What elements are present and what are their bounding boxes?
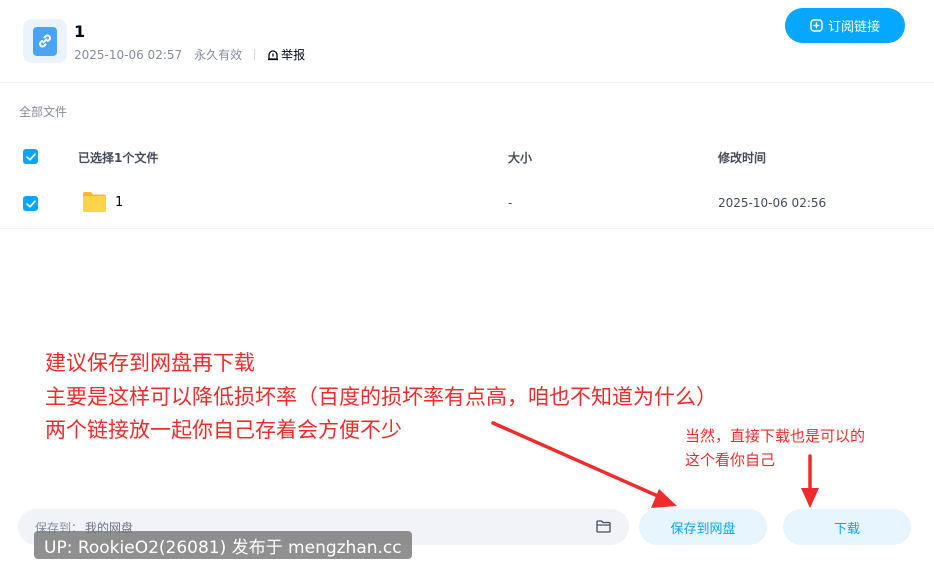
breadcrumb[interactable]: 全部文件 [19, 103, 67, 120]
annotation-line-3: 两个链接放一起你自己存着会方便不少 [45, 418, 402, 442]
report-link[interactable]: 举报 [267, 46, 305, 63]
watermark: UP: RookieO2(26081) 发布于 mengzhan.cc [34, 531, 412, 559]
column-header-modified[interactable]: 修改时间 [718, 149, 766, 166]
save-to-drive-button[interactable]: 保存到网盘 [639, 509, 767, 545]
folder-picker-icon[interactable] [596, 520, 611, 533]
file-size: - [508, 196, 513, 210]
header-divider [0, 82, 934, 83]
report-label: 举报 [281, 48, 306, 62]
annotation-arrows [491, 421, 819, 508]
folder-icon [83, 192, 106, 212]
arrow-to-download-button [801, 454, 819, 508]
arrow-to-save-button [491, 421, 677, 508]
annotation-note-2: 这个看你自己 [685, 451, 776, 469]
row-checkbox[interactable] [23, 196, 38, 211]
download-button[interactable]: 下载 [783, 509, 911, 545]
subscribe-label: 订阅链接 [827, 20, 880, 35]
warning-icon [268, 49, 279, 60]
subscribe-link-button[interactable]: 订阅链接 [785, 8, 905, 43]
check-icon [25, 199, 36, 208]
check-icon [25, 152, 36, 161]
annotation-line-1: 建议保存到网盘再下载 [45, 351, 255, 375]
annotation-note-1: 当然，直接下载也是可以的 [685, 427, 866, 445]
share-link-icon [23, 19, 67, 63]
plus-square-icon [810, 19, 823, 32]
column-header-name: 已选择1个文件 [78, 151, 159, 165]
annotation-line-2: 主要是这样可以降低损坏率（百度的损坏率有点高，咱也不知道为什么） [45, 385, 717, 409]
meta-divider [254, 49, 256, 60]
share-meta: 2025-10-06 02:57 永久有效 举报 [74, 46, 305, 63]
share-validity: 永久有效 [194, 48, 243, 62]
file-name[interactable]: 1 [115, 195, 123, 210]
share-date: 2025-10-06 02:57 [74, 47, 183, 62]
share-title: 1 [74, 22, 86, 41]
file-modified: 2025-10-06 02:56 [718, 196, 827, 210]
column-header-size[interactable]: 大小 [508, 149, 532, 166]
row-divider [0, 228, 934, 229]
select-all-checkbox[interactable] [23, 149, 38, 164]
